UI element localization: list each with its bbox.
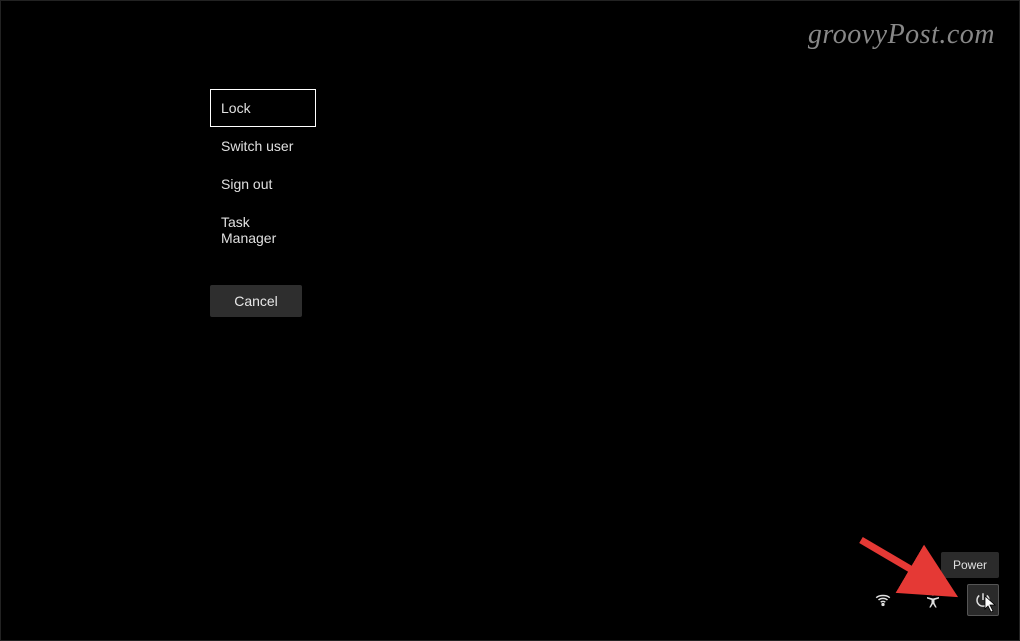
accessibility-button[interactable] xyxy=(917,584,949,616)
menu-item-label: Switch user xyxy=(221,138,293,154)
cancel-button[interactable]: Cancel xyxy=(210,285,302,317)
bottom-icon-tray xyxy=(867,584,999,616)
tooltip-label: Power xyxy=(953,558,987,572)
menu-item-label: Lock xyxy=(221,100,251,116)
menu-item-task-manager[interactable]: Task Manager xyxy=(210,203,316,257)
menu-spacer xyxy=(210,257,316,285)
menu-item-label: Sign out xyxy=(221,176,272,192)
power-tooltip: Power xyxy=(941,552,999,578)
security-options-menu: Lock Switch user Sign out Task Manager C… xyxy=(210,89,316,317)
cancel-button-label: Cancel xyxy=(234,293,278,309)
menu-item-label: Task Manager xyxy=(221,214,276,246)
menu-item-lock[interactable]: Lock xyxy=(210,89,316,127)
power-icon xyxy=(974,591,992,609)
wifi-button[interactable] xyxy=(867,584,899,616)
menu-item-sign-out[interactable]: Sign out xyxy=(210,165,316,203)
menu-item-switch-user[interactable]: Switch user xyxy=(210,127,316,165)
accessibility-icon xyxy=(924,591,942,609)
watermark-text: groovyPost.com xyxy=(808,19,995,51)
wifi-icon xyxy=(874,591,892,609)
power-button[interactable] xyxy=(967,584,999,616)
